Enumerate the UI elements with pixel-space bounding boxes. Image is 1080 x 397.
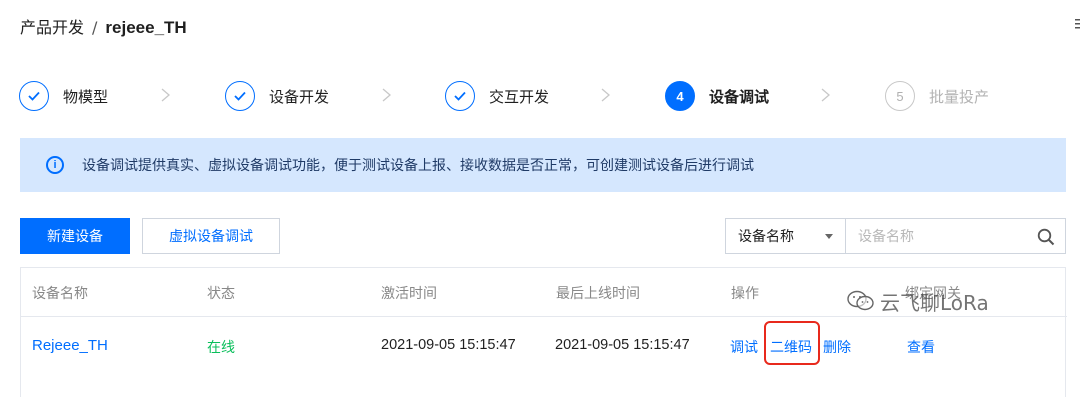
search-icon[interactable] — [1037, 228, 1055, 246]
info-notice: i 设备调试提供真实、虚拟设备调试功能，便于测试设备上报、接收数据是否正常，可创… — [20, 138, 1066, 192]
chevron-right-icon — [601, 88, 610, 102]
watermark: 云飞聊LoRa — [846, 281, 989, 321]
device-name-link[interactable]: Rejeee_TH — [32, 337, 108, 354]
step-number: 4 — [665, 81, 695, 111]
info-icon: i — [46, 156, 64, 174]
step-bar: 物模型 设备开发 交互开发 4 设备调试 5 批量投产 — [0, 76, 1080, 116]
new-device-button[interactable]: 新建设备 — [20, 218, 130, 254]
menu-icon[interactable] — [1074, 16, 1080, 32]
breadcrumb: 产品开发 / rejeee_TH — [20, 14, 187, 38]
notice-text: 设备调试提供真实、虚拟设备调试功能，便于测试设备上报、接收数据是否正常，可创建测… — [82, 158, 754, 174]
debug-link[interactable]: 调试 — [730, 337, 758, 357]
breadcrumb-current: rejeee_TH — [105, 18, 187, 37]
check-icon — [19, 81, 49, 111]
chevron-right-icon — [161, 88, 170, 102]
column-activated: 激活时间 — [381, 286, 437, 302]
view-gateway-link[interactable]: 查看 — [907, 337, 935, 357]
step-label: 物模型 — [63, 87, 109, 106]
activated-time: 2021-09-05 15:15:47 — [381, 337, 516, 353]
breadcrumb-parent[interactable]: 产品开发 — [20, 18, 84, 37]
filter-select-value: 设备名称 — [738, 229, 794, 245]
watermark-text: 云飞聊LoRa — [880, 290, 989, 315]
check-icon — [445, 81, 475, 111]
step-label: 设备开发 — [269, 87, 330, 106]
search-input[interactable] — [858, 227, 1028, 247]
step-number: 5 — [885, 81, 915, 111]
qrcode-highlight-box — [764, 321, 820, 365]
wechat-icon — [847, 290, 874, 311]
chevron-right-icon — [382, 88, 391, 102]
step-mass-production[interactable]: 5 批量投产 — [885, 76, 989, 116]
virtual-debug-button[interactable]: 虚拟设备调试 — [142, 218, 280, 254]
column-device-name: 设备名称 — [32, 286, 88, 302]
step-interaction-dev[interactable]: 交互开发 — [445, 76, 549, 116]
column-last-online: 最后上线时间 — [556, 286, 640, 302]
search-box — [846, 218, 1066, 254]
step-thing-model[interactable]: 物模型 — [19, 76, 108, 116]
caret-down-icon — [825, 234, 833, 239]
step-label: 交互开发 — [489, 87, 550, 106]
delete-link[interactable]: 删除 — [823, 337, 851, 357]
column-status: 状态 — [207, 286, 235, 302]
step-label: 设备调试 — [709, 87, 770, 106]
column-actions: 操作 — [731, 286, 759, 302]
step-device-dev[interactable]: 设备开发 — [225, 76, 329, 116]
chevron-right-icon — [821, 88, 830, 102]
main-content: 物模型 设备开发 交互开发 4 设备调试 5 批量投产 i 设备调试提供真实、虚… — [0, 52, 1080, 397]
filter-select[interactable]: 设备名称 — [725, 218, 846, 254]
breadcrumb-separator: / — [92, 18, 98, 37]
status-online: 在线 — [207, 340, 235, 356]
check-icon — [225, 81, 255, 111]
step-label: 批量投产 — [929, 87, 990, 106]
step-device-debug[interactable]: 4 设备调试 — [665, 76, 769, 116]
table-row: Rejeee_TH 在线 2021-09-05 15:15:47 2021-09… — [21, 317, 1067, 397]
top-bar: 产品开发 / rejeee_TH — [0, 0, 1080, 52]
last-online-time: 2021-09-05 15:15:47 — [555, 337, 690, 353]
